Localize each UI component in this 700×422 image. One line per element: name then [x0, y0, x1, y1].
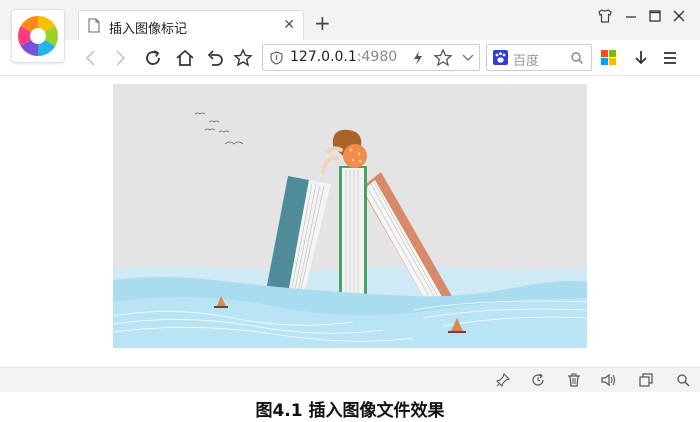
shirt-skin-icon[interactable]	[597, 8, 613, 24]
search-box[interactable]: 百度	[486, 44, 592, 71]
zoom-icon[interactable]	[676, 373, 690, 387]
tab-close-icon[interactable]: ✕	[283, 17, 295, 33]
bookmark-star-icon[interactable]	[433, 48, 453, 68]
speaker-icon[interactable]	[601, 373, 617, 387]
trash-icon[interactable]	[567, 373, 581, 387]
security-shield-icon[interactable]	[270, 51, 283, 65]
new-tab-button[interactable]: +	[314, 13, 331, 33]
undo-close-tab-icon[interactable]	[205, 48, 225, 68]
forward-icon[interactable]	[113, 48, 127, 68]
favorite-star-icon[interactable]	[233, 48, 253, 68]
refresh-clock-icon[interactable]	[531, 373, 545, 387]
lightning-speed-icon[interactable]	[413, 50, 423, 66]
figure-caption: 图4.1 插入图像文件效果	[255, 401, 445, 421]
maximize-icon[interactable]	[648, 8, 662, 24]
title-bar: 插入图像标记 ✕ +	[0, 0, 700, 40]
url-dropdown-icon[interactable]	[461, 53, 475, 63]
browser-logo[interactable]	[12, 10, 64, 62]
download-icon[interactable]	[633, 48, 649, 68]
search-placeholder: 百度	[513, 54, 540, 69]
books-in-sea-illustration	[113, 84, 587, 348]
menu-icon[interactable]	[662, 48, 678, 68]
navigation-toolbar: 127.0.0.1:4980 百度	[0, 40, 700, 76]
apps-grid-icon[interactable]	[601, 50, 616, 65]
document-icon	[88, 18, 100, 33]
search-icon[interactable]	[570, 51, 584, 65]
pin-icon[interactable]	[496, 373, 510, 387]
logo-icon	[18, 16, 58, 56]
back-icon[interactable]	[84, 48, 98, 68]
home-icon[interactable]	[175, 48, 195, 68]
minimize-icon[interactable]	[624, 8, 638, 24]
window-icon[interactable]	[639, 373, 653, 387]
close-window-icon[interactable]	[672, 8, 686, 24]
tab-title: 插入图像标记	[109, 22, 188, 37]
address-bar[interactable]: 127.0.0.1:4980	[262, 44, 480, 71]
status-bar	[0, 367, 700, 392]
reload-icon[interactable]	[143, 48, 163, 68]
url-text[interactable]: 127.0.0.1:4980	[290, 49, 397, 65]
tab-current[interactable]: 插入图像标记 ✕	[78, 10, 304, 40]
page-content	[0, 76, 700, 367]
baidu-paw-icon	[493, 50, 508, 65]
